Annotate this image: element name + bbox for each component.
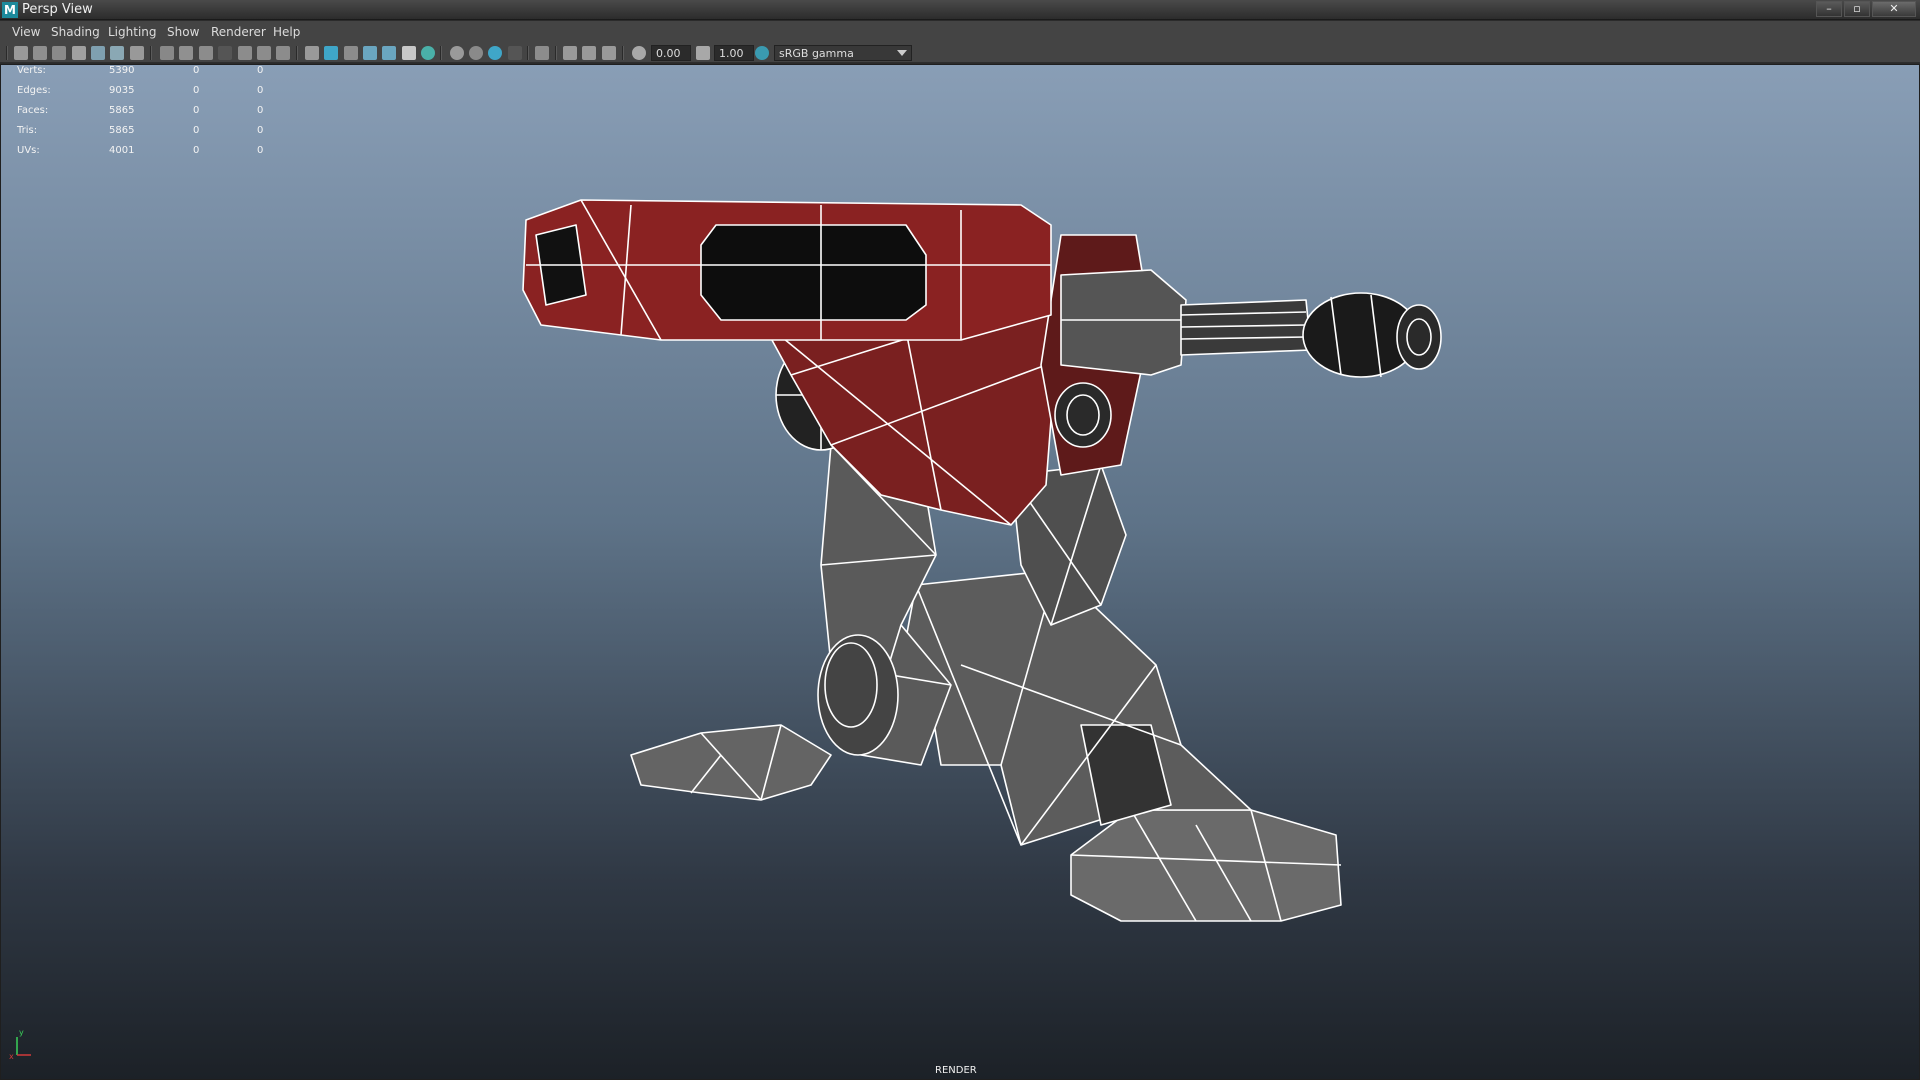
right-foot-mesh xyxy=(1070,809,1342,922)
toolbar-separator xyxy=(527,46,529,60)
menu-shading[interactable]: Shading xyxy=(51,25,100,39)
gamma-icon[interactable] xyxy=(696,46,710,60)
chevron-down-icon xyxy=(897,50,907,56)
left-foot-mesh xyxy=(630,724,832,801)
menu-help[interactable]: Help xyxy=(273,25,300,39)
safe-title-icon[interactable] xyxy=(276,46,290,60)
film-gate-icon[interactable] xyxy=(179,46,193,60)
screen-space-ao-icon[interactable] xyxy=(450,46,464,60)
field-chart-icon[interactable] xyxy=(238,46,252,60)
close-button[interactable]: ✕ xyxy=(1872,1,1916,17)
view-axis-icon: y x xyxy=(9,1028,31,1061)
muzzle-opening-mesh xyxy=(1396,304,1442,370)
exposure-field[interactable]: 0.00 xyxy=(651,45,691,61)
depth-of-field-icon[interactable] xyxy=(508,46,522,60)
toolbar-separator xyxy=(622,46,624,60)
lock-camera-icon[interactable] xyxy=(33,46,47,60)
grid-icon[interactable] xyxy=(160,46,174,60)
knee-joint-mesh xyxy=(817,634,899,756)
axis-y-label: y xyxy=(19,1028,24,1037)
shadows-icon[interactable] xyxy=(421,46,435,60)
menu-view[interactable]: View xyxy=(12,25,40,39)
toolbar-separator xyxy=(555,46,557,60)
maya-app-icon: M xyxy=(2,2,18,18)
window-title: Persp View xyxy=(22,2,93,17)
axis-x-label: x xyxy=(9,1052,14,1061)
textured-icon[interactable] xyxy=(382,46,396,60)
menu-renderer[interactable]: Renderer xyxy=(211,25,266,39)
image-plane-icon[interactable] xyxy=(91,46,105,60)
xray-components-icon[interactable] xyxy=(602,46,616,60)
menu-show[interactable]: Show xyxy=(167,25,199,39)
minimize-button[interactable]: – xyxy=(1816,1,1842,17)
menu-bar: View Shading Lighting Show Renderer Help xyxy=(0,21,1920,43)
gun-housing-mesh xyxy=(1060,269,1187,376)
view-transform-dropdown[interactable]: sRGB gamma xyxy=(774,45,912,61)
xray-joints-icon[interactable] xyxy=(582,46,596,60)
side-port-mesh xyxy=(1054,382,1112,448)
exposure-icon[interactable] xyxy=(632,46,646,60)
safe-action-icon[interactable] xyxy=(257,46,271,60)
title-bar: M Persp View – ▫ ✕ xyxy=(0,0,1920,20)
toolbar-separator xyxy=(440,46,442,60)
2d-pan-zoom-icon[interactable] xyxy=(110,46,124,60)
motion-blur-icon[interactable] xyxy=(469,46,483,60)
camera-name-label: RENDER xyxy=(935,1065,977,1076)
turret-model[interactable] xyxy=(1,65,1919,1079)
panel-toolbar: 0.00 1.00 sRGB gamma xyxy=(0,43,1920,63)
view-transform-value: sRGB gamma xyxy=(779,47,854,60)
gamma-field[interactable]: 1.00 xyxy=(714,45,754,61)
grease-pencil-icon[interactable] xyxy=(130,46,144,60)
bookmark-icon[interactable] xyxy=(72,46,86,60)
select-camera-icon[interactable] xyxy=(14,46,28,60)
gate-mask-icon[interactable] xyxy=(218,46,232,60)
toolbar-separator xyxy=(296,46,298,60)
wireframe-on-shaded-icon[interactable] xyxy=(363,46,377,60)
camera-attributes-icon[interactable] xyxy=(52,46,66,60)
toolbar-separator xyxy=(150,46,152,60)
toolbar-separator xyxy=(6,46,8,60)
isolate-select-icon[interactable] xyxy=(535,46,549,60)
maximize-button[interactable]: ▫ xyxy=(1844,1,1870,17)
default-material-icon[interactable] xyxy=(344,46,358,60)
xray-icon[interactable] xyxy=(563,46,577,60)
smooth-shade-icon[interactable] xyxy=(324,46,338,60)
gun-barrel-mesh xyxy=(1180,299,1312,356)
resolution-gate-icon[interactable] xyxy=(199,46,213,60)
persp-viewport[interactable]: Verts: 5390 0 0 Edges: 9035 0 0 Faces: 5… xyxy=(0,64,1920,1080)
color-management-icon[interactable] xyxy=(755,46,769,60)
multisample-aa-icon[interactable] xyxy=(488,46,502,60)
wireframe-icon[interactable] xyxy=(305,46,319,60)
use-lights-icon[interactable] xyxy=(402,46,416,60)
menu-lighting[interactable]: Lighting xyxy=(108,25,157,39)
rocket-tube-mesh xyxy=(700,224,927,321)
